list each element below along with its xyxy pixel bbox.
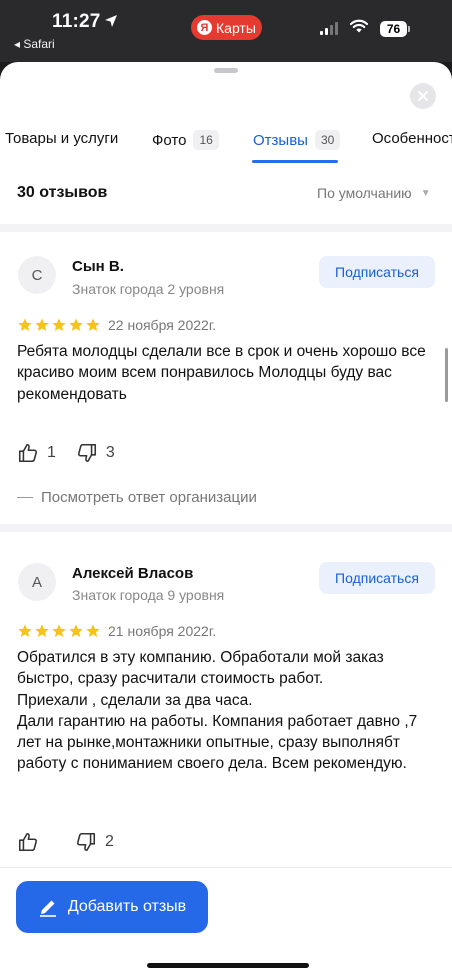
view-org-reply-link[interactable]: Посмотреть ответ организации bbox=[17, 489, 257, 506]
subscribe-button[interactable]: Подписаться bbox=[319, 256, 435, 288]
dash-divider bbox=[17, 496, 33, 499]
reviews-header: 30 отзывов По умолчанию ▼ bbox=[0, 178, 452, 208]
tab-goods-services[interactable]: Товары и услуги bbox=[5, 130, 118, 147]
review-votes: 1 3 bbox=[17, 442, 115, 464]
star-icon bbox=[86, 624, 100, 637]
thumbs-up-icon bbox=[18, 443, 38, 463]
pencil-icon bbox=[39, 900, 56, 917]
review-votes: 2 bbox=[17, 831, 114, 853]
author-level: Знаток города 2 уровня bbox=[72, 281, 225, 297]
dislike-count: 2 bbox=[105, 833, 114, 850]
rating-stars bbox=[17, 317, 101, 333]
dislike-button[interactable]: 3 bbox=[76, 442, 115, 464]
status-time: 11:27 bbox=[52, 11, 101, 32]
star-icon bbox=[35, 318, 49, 331]
reviews-sheet: Товары и услуги Фото 16 Отзывы 30 Особен… bbox=[0, 62, 452, 978]
bottom-action-bar: Добавить отзыв bbox=[0, 867, 452, 978]
active-tab-indicator bbox=[252, 160, 338, 163]
dislike-button[interactable]: 2 bbox=[75, 831, 114, 853]
thumbs-down-icon bbox=[77, 443, 96, 463]
tab-count-badge: 16 bbox=[193, 130, 219, 150]
thumbs-down-icon bbox=[76, 832, 96, 852]
add-review-label: Добавить отзыв bbox=[67, 898, 187, 915]
star-icon bbox=[69, 624, 83, 637]
star-icon bbox=[18, 624, 32, 637]
star-icon bbox=[18, 318, 32, 331]
rating-stars bbox=[17, 623, 101, 639]
sheet-grabber[interactable] bbox=[214, 68, 238, 73]
location-arrow-icon bbox=[105, 15, 117, 27]
tab-reviews[interactable]: Отзывы 30 bbox=[253, 130, 341, 150]
star-icon bbox=[52, 318, 66, 331]
review-author[interactable]: Сын В. bbox=[72, 258, 124, 275]
like-button[interactable]: 1 bbox=[17, 442, 56, 464]
org-reply-label: Посмотреть ответ организации bbox=[41, 489, 257, 506]
add-review-button[interactable]: Добавить отзыв bbox=[16, 881, 208, 933]
like-count: 1 bbox=[47, 444, 56, 461]
chevron-down-icon: ▼ bbox=[420, 187, 431, 199]
close-icon bbox=[418, 91, 428, 101]
battery-indicator: 76 bbox=[380, 21, 410, 37]
cellular-signal-icon bbox=[320, 22, 338, 35]
sort-dropdown[interactable]: По умолчанию ▼ bbox=[317, 185, 431, 201]
like-button[interactable] bbox=[17, 831, 47, 853]
section-divider bbox=[0, 524, 452, 532]
star-icon bbox=[86, 318, 100, 331]
scrollbar[interactable] bbox=[445, 348, 448, 402]
tab-bar: Товары и услуги Фото 16 Отзывы 30 Особен… bbox=[0, 122, 452, 164]
bottom-divider bbox=[0, 867, 452, 868]
maps-app-pill[interactable]: Я Карты bbox=[191, 15, 262, 40]
close-button[interactable] bbox=[410, 83, 436, 109]
status-bar: 11:27 ◂ Safari Я Карты 76 bbox=[0, 0, 452, 62]
home-indicator[interactable] bbox=[147, 963, 309, 968]
tab-photos[interactable]: Фото 16 bbox=[152, 130, 219, 150]
star-icon bbox=[35, 624, 49, 637]
maps-pill-label: Карты bbox=[216, 19, 256, 36]
avatar[interactable]: С bbox=[18, 256, 56, 294]
sort-label: По умолчанию bbox=[317, 185, 412, 201]
review-card: А Алексей Власов Знаток города 9 уровня … bbox=[0, 532, 452, 872]
reviews-count: 30 отзывов bbox=[17, 184, 108, 201]
author-level: Знаток города 9 уровня bbox=[72, 587, 225, 603]
review-card: С Сын В. Знаток города 2 уровня Подписат… bbox=[0, 232, 452, 522]
dislike-count: 3 bbox=[105, 444, 115, 461]
review-text: Обратился в эту компанию. Обработали мой… bbox=[17, 649, 418, 773]
avatar[interactable]: А bbox=[18, 563, 56, 601]
subscribe-button[interactable]: Подписаться bbox=[319, 562, 435, 594]
back-to-safari-link[interactable]: ◂ Safari bbox=[14, 37, 55, 51]
section-divider bbox=[0, 224, 452, 232]
tab-features[interactable]: Особенности bbox=[372, 130, 452, 147]
star-icon bbox=[52, 624, 66, 637]
tab-count-badge: 30 bbox=[314, 130, 341, 150]
yandex-logo-icon: Я bbox=[197, 20, 212, 35]
review-date: 22 ноября 2022г. bbox=[108, 317, 217, 333]
review-text: Ребята молодцы сделали все в срок и очен… bbox=[17, 343, 426, 403]
review-author[interactable]: Алексей Власов bbox=[72, 565, 193, 582]
review-date: 21 ноября 2022г. bbox=[108, 623, 217, 639]
star-icon bbox=[69, 318, 83, 331]
wifi-icon bbox=[349, 19, 369, 33]
thumbs-up-icon bbox=[18, 832, 38, 852]
